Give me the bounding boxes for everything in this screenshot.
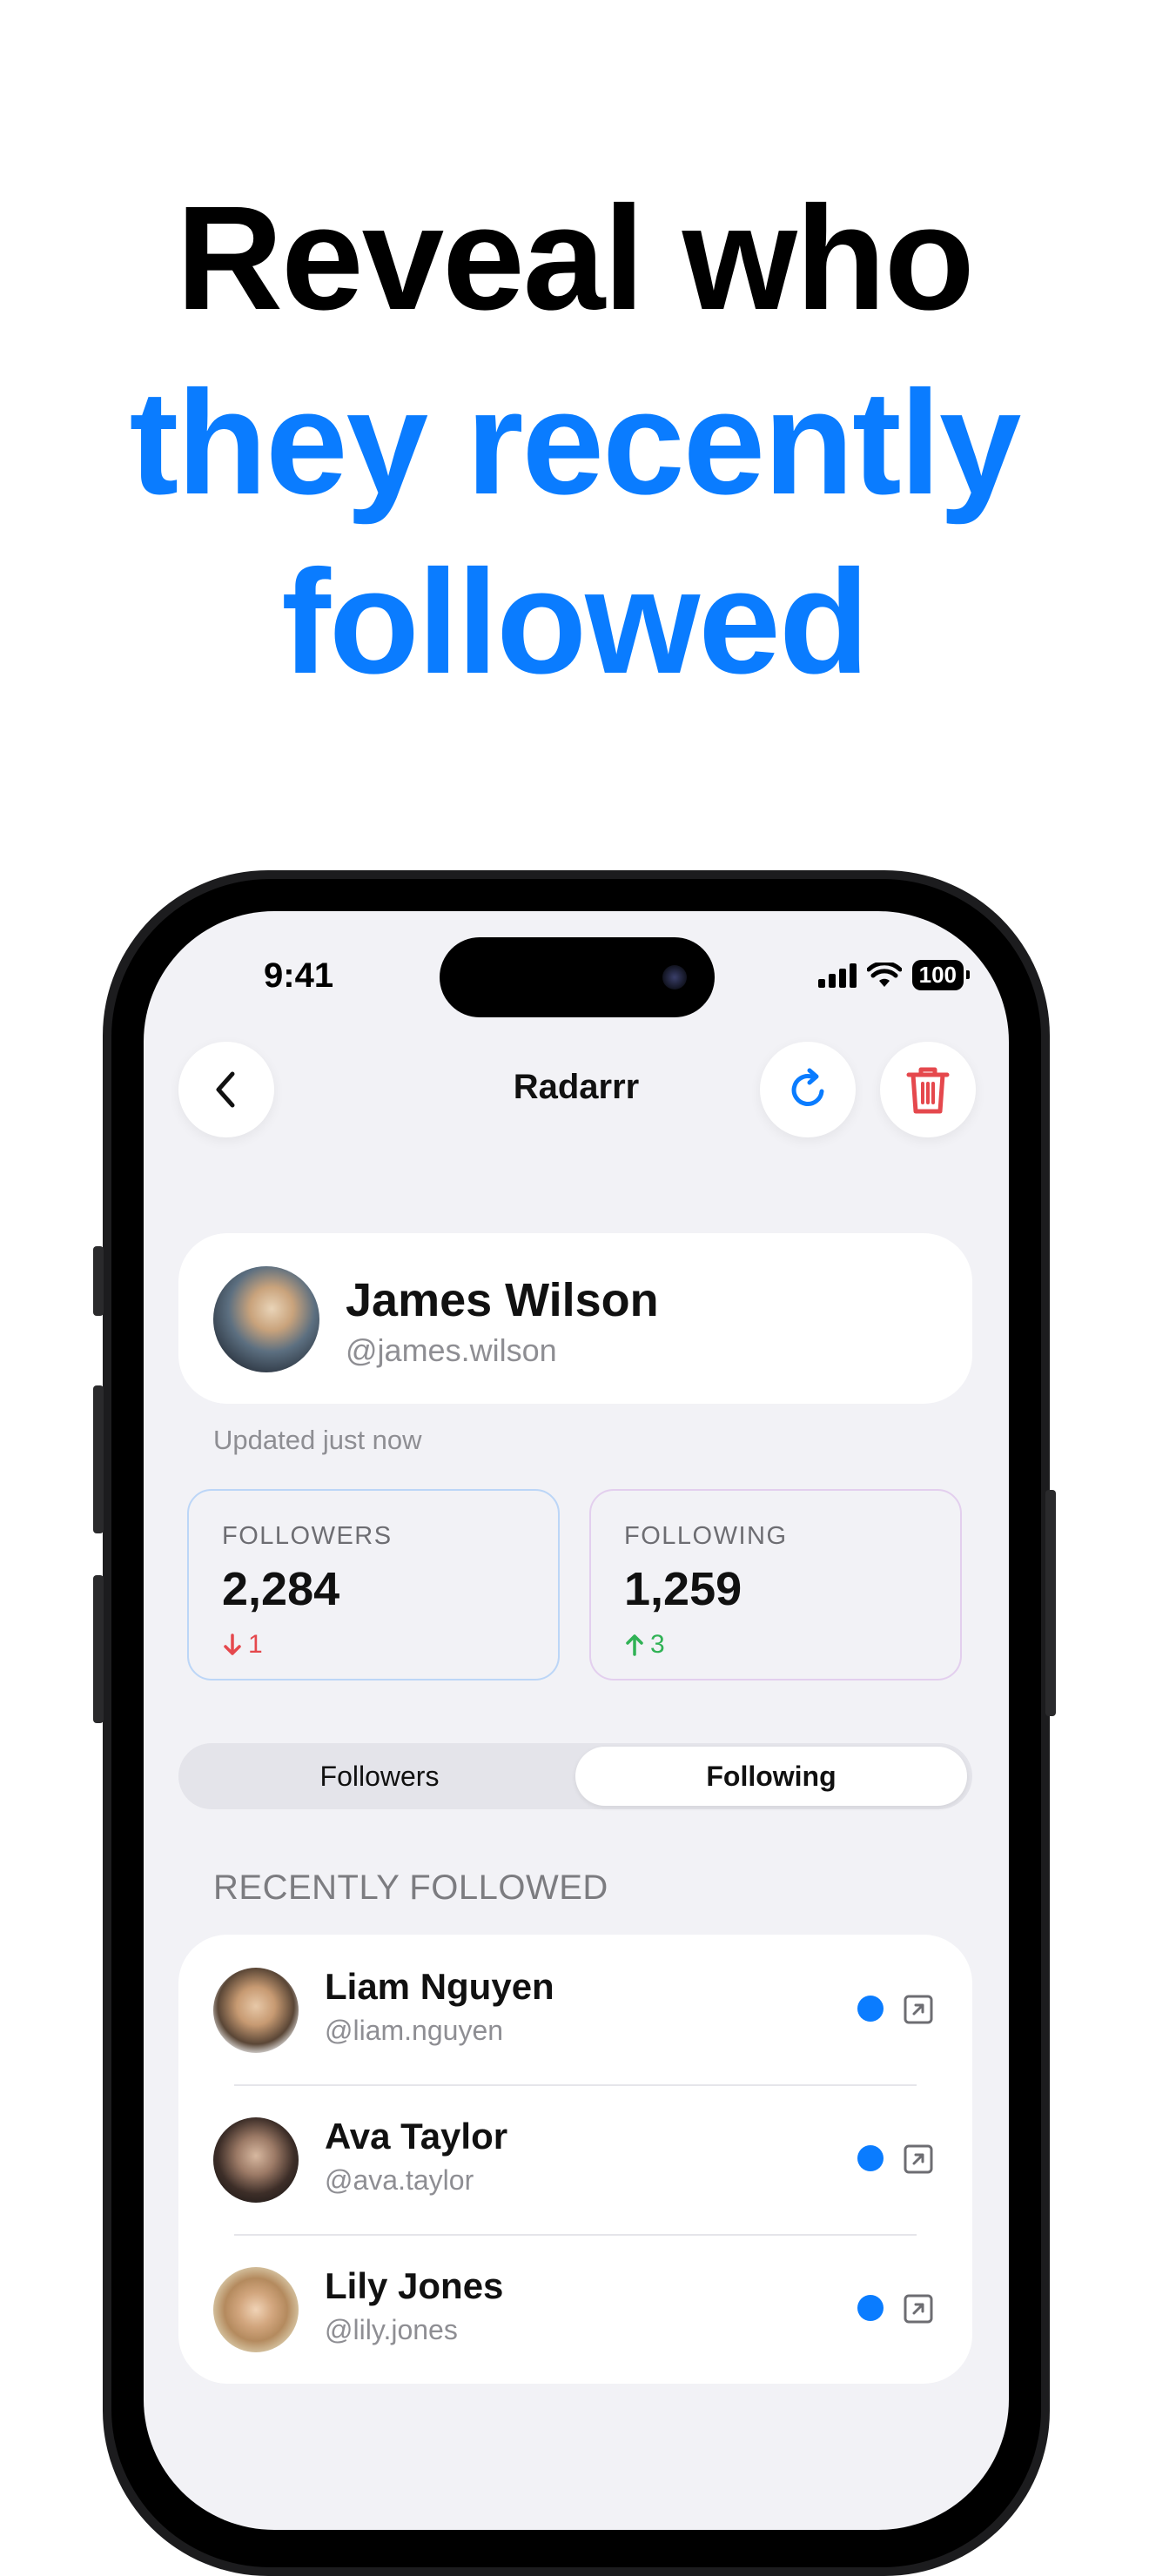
volume-down-button	[93, 1575, 104, 1723]
following-delta: 3	[624, 1630, 665, 1660]
followers-stat-card[interactable]: FOLLOWERS 2,284 1	[187, 1489, 560, 1680]
trash-icon	[906, 1067, 950, 1114]
user-name: Lily Jones	[325, 2265, 504, 2306]
refresh-button[interactable]	[760, 1042, 856, 1137]
followers-label: FOLLOWERS	[222, 1522, 393, 1550]
list-item[interactable]: Liam Nguyen @liam.nguyen	[178, 1935, 972, 2084]
following-delta-value: 3	[650, 1630, 665, 1659]
external-link-icon[interactable]	[903, 1994, 934, 2025]
external-link-icon[interactable]	[903, 2293, 934, 2324]
status-time: 9:41	[264, 956, 334, 995]
user-name: Liam Nguyen	[325, 1966, 554, 2007]
cellular-signal-icon	[817, 963, 857, 988]
profile-avatar	[213, 1266, 319, 1372]
user-avatar	[213, 1968, 299, 2053]
updated-timestamp: Updated just now	[213, 1425, 422, 1455]
mute-switch	[93, 1246, 104, 1316]
refresh-icon	[791, 1068, 824, 1106]
battery-indicator: 100	[911, 960, 971, 990]
user-handle: @liam.nguyen	[325, 2015, 504, 2046]
followers-delta-value: 1	[248, 1630, 263, 1659]
status-indicators: 100	[817, 960, 971, 990]
external-link-icon[interactable]	[903, 2143, 934, 2175]
unread-dot-icon	[857, 1996, 884, 2022]
profile-name: James Wilson	[346, 1274, 659, 1326]
headline-line-1: Reveal who	[176, 176, 974, 341]
list-item[interactable]: Ava Taylor @ava.taylor	[178, 2084, 972, 2234]
followers-delta: 1	[222, 1630, 263, 1660]
wifi-icon	[866, 962, 902, 987]
following-stat-card[interactable]: FOLLOWING 1,259 3	[589, 1489, 962, 1680]
segment-following[interactable]: Following	[575, 1747, 967, 1806]
segmented-control: Followers Following	[178, 1743, 972, 1809]
following-label: FOLLOWING	[624, 1522, 788, 1550]
user-handle: @ava.taylor	[325, 2164, 474, 2196]
nav-title: Radarrr	[513, 1068, 640, 1106]
volume-up-button	[93, 1385, 104, 1533]
following-count: 1,259	[624, 1563, 742, 1615]
recently-followed-list: Liam Nguyen @liam.nguyen Ava Taylor @ava…	[178, 1935, 972, 2384]
user-handle: @lily.jones	[325, 2314, 458, 2345]
profile-card[interactable]: James Wilson @james.wilson	[178, 1233, 972, 1404]
unread-dot-icon	[857, 2295, 884, 2321]
user-avatar	[213, 2117, 299, 2203]
headline-line-2: they recently	[129, 360, 1022, 526]
headline-line-3: followed	[281, 540, 869, 705]
arrow-up-icon	[626, 1634, 643, 1656]
user-avatar	[213, 2267, 299, 2352]
list-item[interactable]: Lily Jones @lily.jones	[178, 2234, 972, 2384]
arrow-down-icon	[224, 1633, 241, 1655]
front-camera	[662, 965, 687, 989]
user-name: Ava Taylor	[325, 2116, 508, 2157]
unread-dot-icon	[857, 2145, 884, 2171]
profile-handle: @james.wilson	[346, 1332, 557, 1368]
section-title: RECENTLY FOLLOWED	[213, 1868, 608, 1907]
power-button	[1045, 1490, 1056, 1716]
dynamic-island	[440, 937, 715, 1017]
delete-button[interactable]	[880, 1042, 976, 1137]
followers-count: 2,284	[222, 1563, 340, 1615]
segment-followers[interactable]: Followers	[184, 1747, 575, 1806]
phone-screen: 9:41 100 Radarrr James Wilson @james.wil…	[144, 911, 1009, 2530]
